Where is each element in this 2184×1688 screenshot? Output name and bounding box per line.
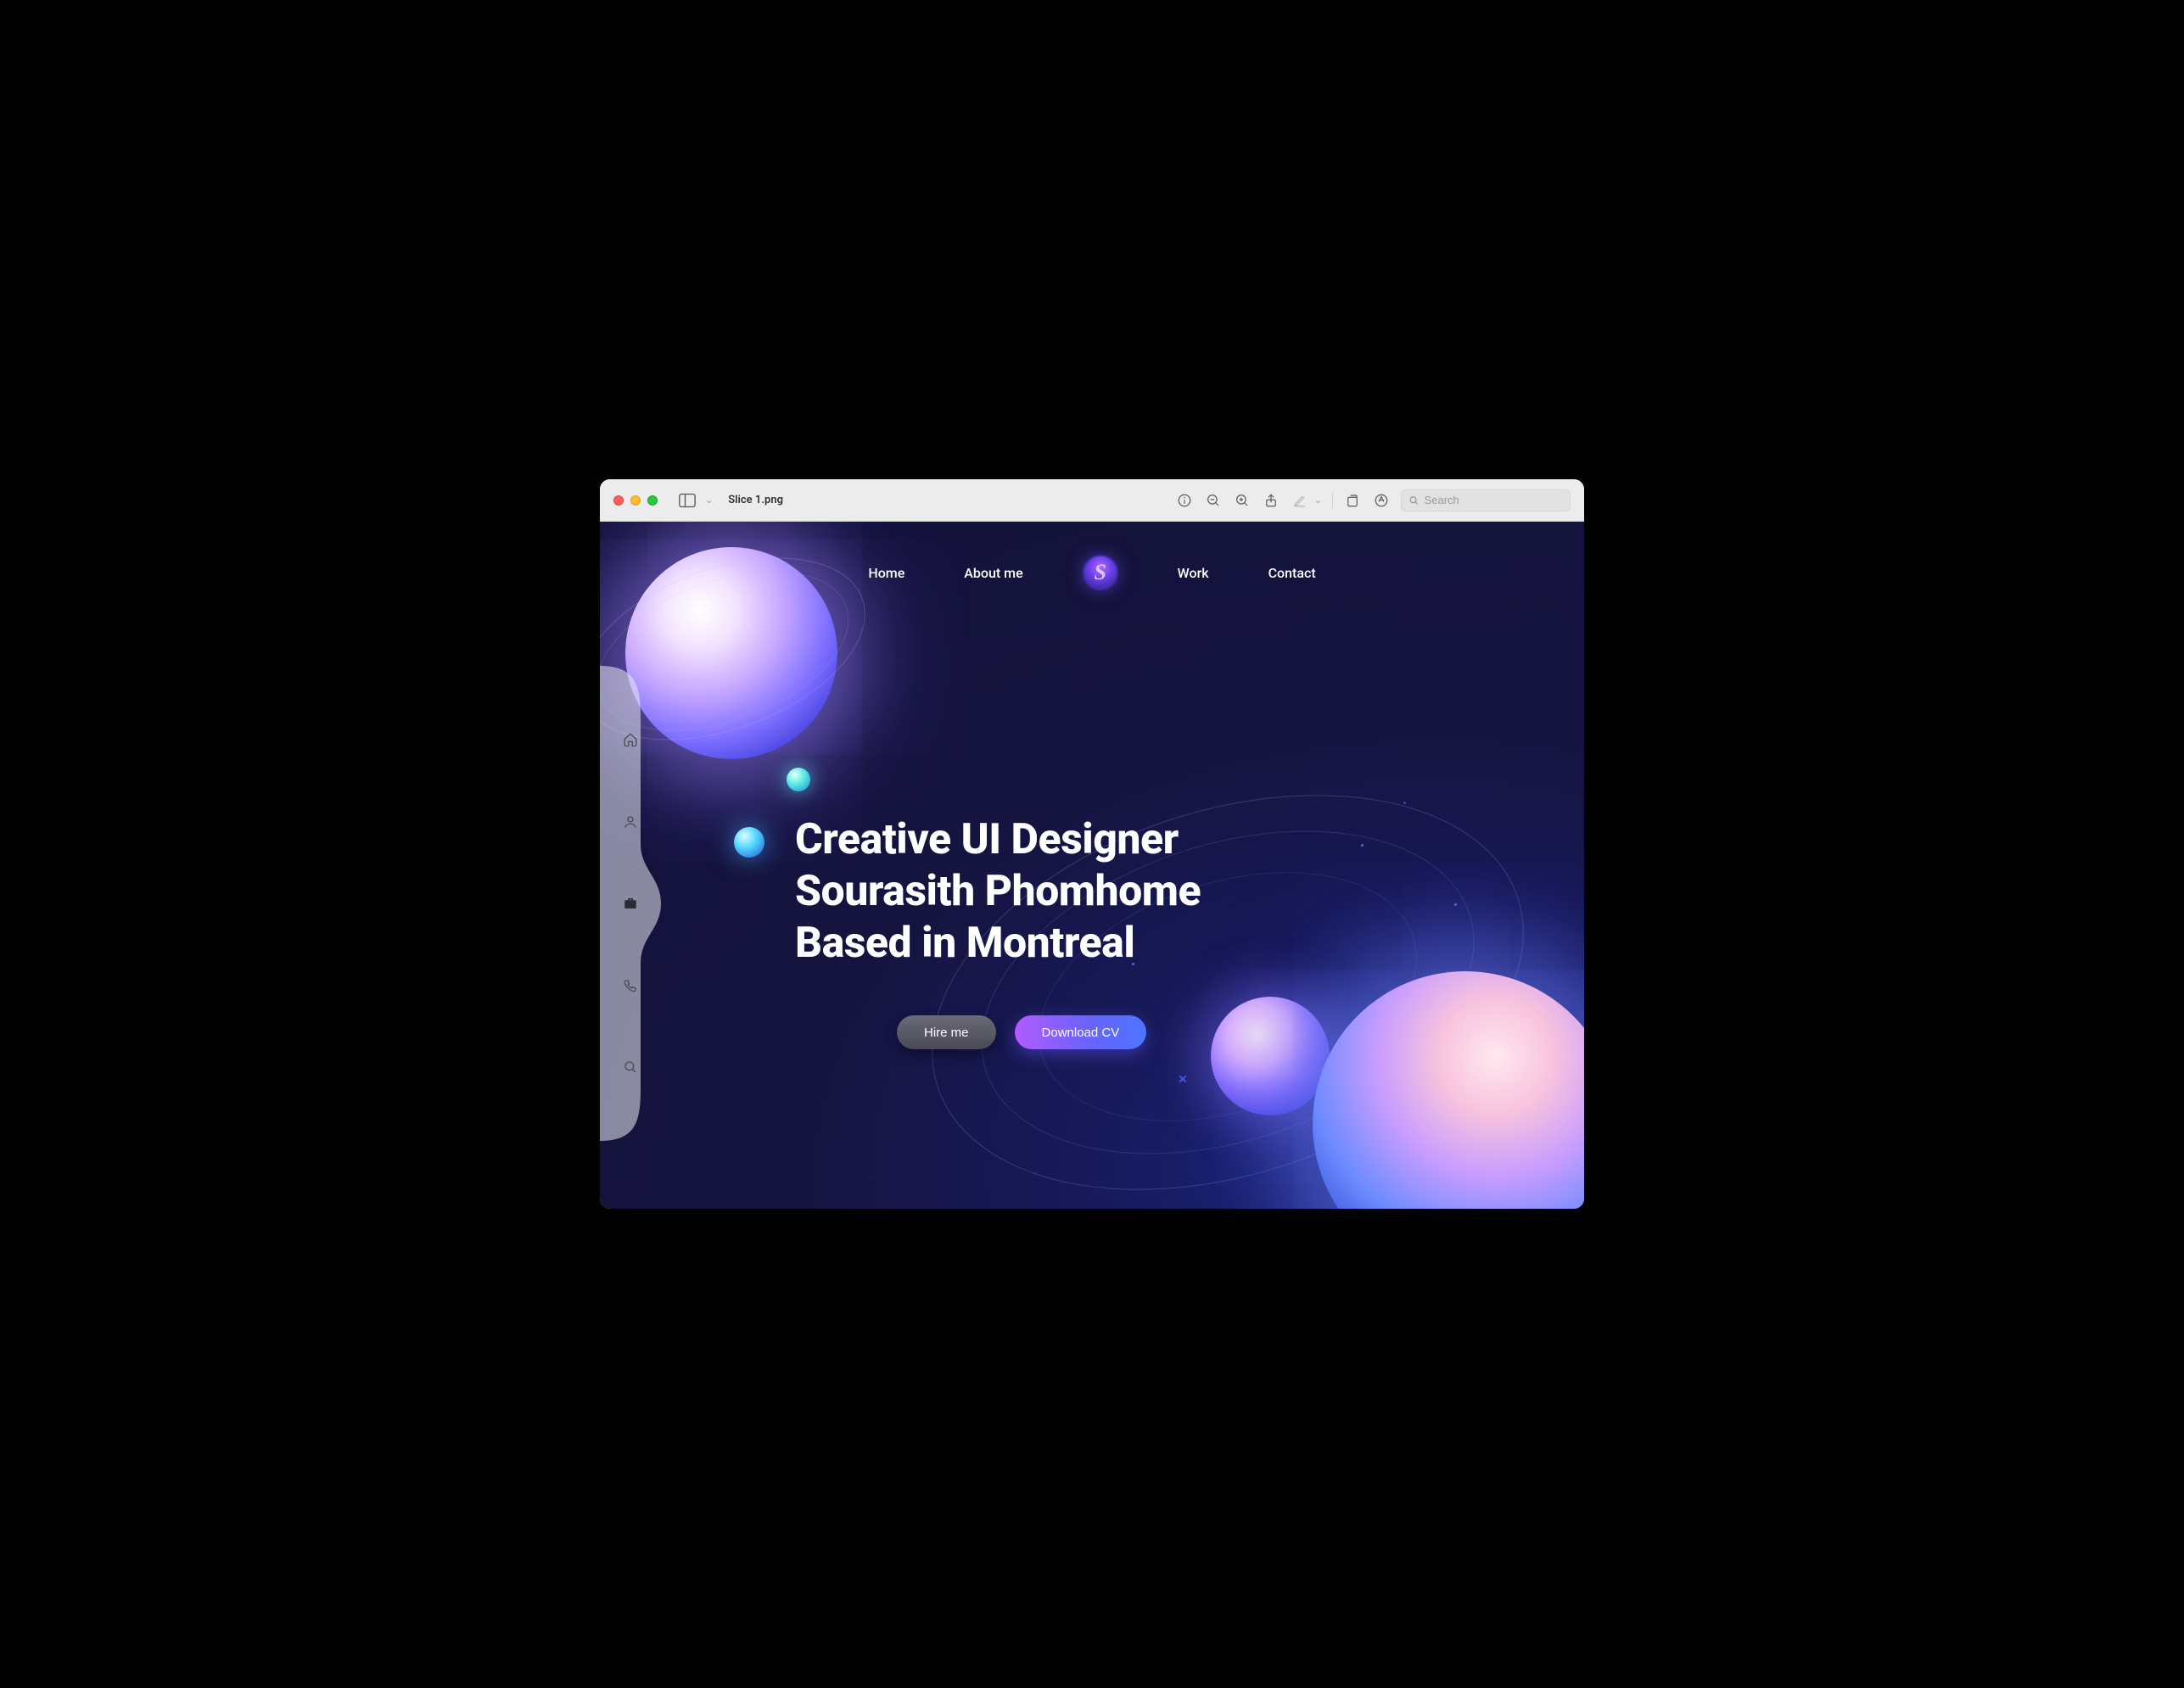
window-title: Slice 1.png [728,494,783,506]
orb-decoration [734,827,764,858]
star-decoration [1361,844,1364,847]
cta-row: Hire me Download CV [897,1015,1201,1049]
side-nav-contact[interactable] [621,976,640,995]
toolbar-divider [1332,493,1333,508]
phone-icon [623,978,638,993]
nav-link-about[interactable]: About me [964,565,1022,581]
nav-link-work[interactable]: Work [1178,565,1209,581]
traffic-lights [613,495,658,506]
hero-line-2: Sourasith Phomhome [795,867,1201,916]
window-close-button[interactable] [613,495,624,506]
side-nav-search[interactable] [621,1058,640,1076]
titlebar: ⌄ Slice 1.png ⌄ [600,479,1584,522]
search-field[interactable] [1401,489,1571,511]
side-nav-profile[interactable] [621,813,640,831]
side-nav-home[interactable] [621,730,640,749]
hero: Creative UI Designer Sourasith Phomhome … [795,814,1201,1049]
share-icon[interactable] [1262,491,1280,510]
rotate-icon[interactable] [1343,491,1362,510]
page-viewport: Home About me S Work Contact [600,522,1584,1209]
zoom-out-icon[interactable] [1204,491,1223,510]
star-decoration [1403,802,1406,804]
side-nav-work[interactable] [621,894,640,913]
window-minimize-button[interactable] [630,495,641,506]
nav-link-home[interactable]: Home [868,565,904,581]
markup-icon[interactable] [1291,491,1309,510]
download-cv-button[interactable]: Download CV [1015,1015,1147,1049]
sidebar-toggle-button[interactable] [676,491,698,510]
search-icon [1408,495,1420,506]
briefcase-icon [623,896,638,911]
star-decoration [1179,1076,1186,1082]
search-icon [623,1059,638,1075]
macos-window: ⌄ Slice 1.png ⌄ [600,479,1584,1209]
home-icon [623,732,638,747]
hero-line-3: Based in Montreal [795,919,1134,968]
planet-decoration [1313,971,1584,1209]
search-input[interactable] [1425,494,1563,506]
top-nav: Home About me S Work Contact [600,522,1584,623]
brand-logo[interactable]: S [1083,555,1118,590]
side-nav [600,666,661,1141]
hero-heading: Creative UI Designer Sourasith Phomhome … [795,814,1201,970]
hero-line-1: Creative UI Designer [795,815,1179,864]
highlight-icon[interactable] [1372,491,1391,510]
window-zoom-button[interactable] [647,495,658,506]
star-decoration [1454,903,1457,906]
zoom-in-icon[interactable] [1233,491,1252,510]
planet-decoration [1211,997,1330,1115]
info-icon[interactable] [1175,491,1194,510]
nav-link-contact[interactable]: Contact [1268,565,1316,581]
hire-me-button[interactable]: Hire me [897,1015,996,1049]
user-icon [623,814,638,830]
chevron-down-icon[interactable]: ⌄ [1314,495,1322,506]
chevron-down-icon[interactable]: ⌄ [705,495,713,506]
orb-decoration [787,768,810,791]
